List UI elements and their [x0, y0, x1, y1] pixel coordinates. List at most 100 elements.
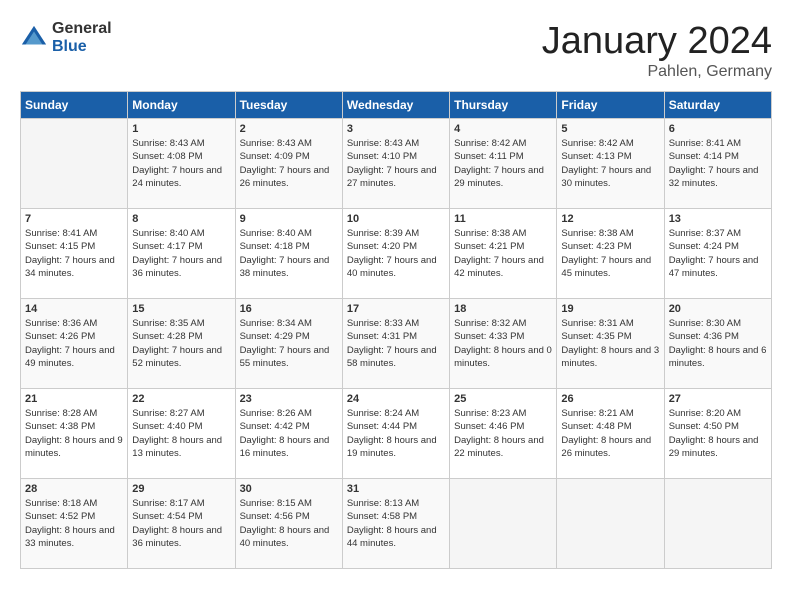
day-info: Sunrise: 8:40 AMSunset: 4:17 PMDaylight:…	[132, 227, 230, 280]
calendar-cell: 14 Sunrise: 8:36 AMSunset: 4:26 PMDayligh…	[21, 299, 128, 389]
calendar-week-1: 7 Sunrise: 8:41 AMSunset: 4:15 PMDaylight…	[21, 209, 772, 299]
day-number: 21	[25, 393, 123, 405]
day-info: Sunrise: 8:21 AMSunset: 4:48 PMDaylight:…	[561, 407, 659, 460]
logo-blue: Blue	[52, 38, 112, 56]
calendar-week-0: 1 Sunrise: 8:43 AMSunset: 4:08 PMDaylight…	[21, 119, 772, 209]
logo: General Blue	[20, 20, 112, 55]
day-info: Sunrise: 8:26 AMSunset: 4:42 PMDaylight:…	[240, 407, 338, 460]
weekday-header-friday: Friday	[557, 92, 664, 119]
day-info: Sunrise: 8:20 AMSunset: 4:50 PMDaylight:…	[669, 407, 767, 460]
weekday-header-tuesday: Tuesday	[235, 92, 342, 119]
weekday-header-monday: Monday	[128, 92, 235, 119]
calendar-cell: 22 Sunrise: 8:27 AMSunset: 4:40 PMDayligh…	[128, 389, 235, 479]
day-number: 20	[669, 303, 767, 315]
day-info: Sunrise: 8:42 AMSunset: 4:11 PMDaylight:…	[454, 137, 552, 190]
day-info: Sunrise: 8:23 AMSunset: 4:46 PMDaylight:…	[454, 407, 552, 460]
day-info: Sunrise: 8:13 AMSunset: 4:58 PMDaylight:…	[347, 497, 445, 550]
calendar-table: SundayMondayTuesdayWednesdayThursdayFrid…	[20, 91, 772, 569]
day-number: 6	[669, 123, 767, 135]
day-info: Sunrise: 8:40 AMSunset: 4:18 PMDaylight:…	[240, 227, 338, 280]
day-number: 24	[347, 393, 445, 405]
logo-general: General	[52, 20, 112, 38]
weekday-header-saturday: Saturday	[664, 92, 771, 119]
day-number: 26	[561, 393, 659, 405]
day-number: 16	[240, 303, 338, 315]
calendar-header: SundayMondayTuesdayWednesdayThursdayFrid…	[21, 92, 772, 119]
logo-icon	[20, 24, 48, 52]
day-info: Sunrise: 8:33 AMSunset: 4:31 PMDaylight:…	[347, 317, 445, 370]
day-number: 25	[454, 393, 552, 405]
page-header: General Blue January 2024 Pahlen, German…	[20, 20, 772, 81]
calendar-cell	[450, 479, 557, 569]
location: Pahlen, Germany	[542, 63, 772, 81]
calendar-body: 1 Sunrise: 8:43 AMSunset: 4:08 PMDaylight…	[21, 119, 772, 569]
day-number: 15	[132, 303, 230, 315]
day-info: Sunrise: 8:17 AMSunset: 4:54 PMDaylight:…	[132, 497, 230, 550]
day-number: 8	[132, 213, 230, 225]
calendar-cell: 4 Sunrise: 8:42 AMSunset: 4:11 PMDaylight…	[450, 119, 557, 209]
calendar-cell: 12Sunrise: 8:38 AMSunset: 4:23 PMDayligh…	[557, 209, 664, 299]
calendar-cell: 28Sunrise: 8:18 AMSunset: 4:52 PMDayligh…	[21, 479, 128, 569]
weekday-header-sunday: Sunday	[21, 92, 128, 119]
calendar-cell	[21, 119, 128, 209]
calendar-cell: 31Sunrise: 8:13 AMSunset: 4:58 PMDayligh…	[342, 479, 449, 569]
calendar-cell: 6Sunrise: 8:41 AMSunset: 4:14 PMDaylight…	[664, 119, 771, 209]
day-number: 13	[669, 213, 767, 225]
calendar-cell: 25 Sunrise: 8:23 AMSunset: 4:46 PMDayligh…	[450, 389, 557, 479]
day-info: Sunrise: 8:37 AMSunset: 4:24 PMDaylight:…	[669, 227, 767, 280]
day-number: 19	[561, 303, 659, 315]
day-number: 9	[240, 213, 338, 225]
calendar-cell: 26 Sunrise: 8:21 AMSunset: 4:48 PMDayligh…	[557, 389, 664, 479]
calendar-cell: 30Sunrise: 8:15 AMSunset: 4:56 PMDayligh…	[235, 479, 342, 569]
day-info: Sunrise: 8:28 AMSunset: 4:38 PMDaylight:…	[25, 407, 123, 460]
day-number: 4	[454, 123, 552, 135]
calendar-cell: 10Sunrise: 8:39 AMSunset: 4:20 PMDayligh…	[342, 209, 449, 299]
weekday-header-thursday: Thursday	[450, 92, 557, 119]
calendar-cell: 11Sunrise: 8:38 AMSunset: 4:21 PMDayligh…	[450, 209, 557, 299]
day-info: Sunrise: 8:18 AMSunset: 4:52 PMDaylight:…	[25, 497, 123, 550]
day-number: 12	[561, 213, 659, 225]
day-info: Sunrise: 8:35 AMSunset: 4:28 PMDaylight:…	[132, 317, 230, 370]
day-info: Sunrise: 8:24 AMSunset: 4:44 PMDaylight:…	[347, 407, 445, 460]
calendar-cell: 16 Sunrise: 8:34 AMSunset: 4:29 PMDayligh…	[235, 299, 342, 389]
day-number: 27	[669, 393, 767, 405]
calendar-cell: 21 Sunrise: 8:28 AMSunset: 4:38 PMDayligh…	[21, 389, 128, 479]
calendar-cell: 27 Sunrise: 8:20 AMSunset: 4:50 PMDayligh…	[664, 389, 771, 479]
day-number: 18	[454, 303, 552, 315]
day-number: 1	[132, 123, 230, 135]
day-info: Sunrise: 8:15 AMSunset: 4:56 PMDaylight:…	[240, 497, 338, 550]
calendar-week-3: 21 Sunrise: 8:28 AMSunset: 4:38 PMDayligh…	[21, 389, 772, 479]
calendar-cell: 17 Sunrise: 8:33 AMSunset: 4:31 PMDayligh…	[342, 299, 449, 389]
day-info: Sunrise: 8:32 AMSunset: 4:33 PMDaylight:…	[454, 317, 552, 370]
calendar-cell: 5Sunrise: 8:42 AMSunset: 4:13 PMDaylight…	[557, 119, 664, 209]
day-number: 23	[240, 393, 338, 405]
day-info: Sunrise: 8:34 AMSunset: 4:29 PMDaylight:…	[240, 317, 338, 370]
calendar-cell	[557, 479, 664, 569]
day-info: Sunrise: 8:27 AMSunset: 4:40 PMDaylight:…	[132, 407, 230, 460]
day-number: 2	[240, 123, 338, 135]
calendar-cell: 19Sunrise: 8:31 AMSunset: 4:35 PMDayligh…	[557, 299, 664, 389]
day-info: Sunrise: 8:41 AMSunset: 4:15 PMDaylight:…	[25, 227, 123, 280]
calendar-cell: 23 Sunrise: 8:26 AMSunset: 4:42 PMDayligh…	[235, 389, 342, 479]
day-info: Sunrise: 8:43 AMSunset: 4:10 PMDaylight:…	[347, 137, 445, 190]
day-info: Sunrise: 8:43 AMSunset: 4:08 PMDaylight:…	[132, 137, 230, 190]
day-number: 17	[347, 303, 445, 315]
day-number: 11	[454, 213, 552, 225]
day-number: 7	[25, 213, 123, 225]
calendar-week-4: 28Sunrise: 8:18 AMSunset: 4:52 PMDayligh…	[21, 479, 772, 569]
calendar-cell: 2Sunrise: 8:43 AMSunset: 4:09 PMDaylight…	[235, 119, 342, 209]
logo-text: General Blue	[52, 20, 112, 55]
day-number: 29	[132, 483, 230, 495]
calendar-cell: 9 Sunrise: 8:40 AMSunset: 4:18 PMDaylight…	[235, 209, 342, 299]
calendar-cell: 3 Sunrise: 8:43 AMSunset: 4:10 PMDaylight…	[342, 119, 449, 209]
day-info: Sunrise: 8:30 AMSunset: 4:36 PMDaylight:…	[669, 317, 767, 370]
day-info: Sunrise: 8:36 AMSunset: 4:26 PMDaylight:…	[25, 317, 123, 370]
day-number: 22	[132, 393, 230, 405]
day-number: 3	[347, 123, 445, 135]
calendar-cell: 29 Sunrise: 8:17 AMSunset: 4:54 PMDayligh…	[128, 479, 235, 569]
calendar-cell: 13 Sunrise: 8:37 AMSunset: 4:24 PMDayligh…	[664, 209, 771, 299]
day-number: 14	[25, 303, 123, 315]
day-info: Sunrise: 8:39 AMSunset: 4:20 PMDaylight:…	[347, 227, 445, 280]
calendar-cell: 18 Sunrise: 8:32 AMSunset: 4:33 PMDayligh…	[450, 299, 557, 389]
title-section: January 2024 Pahlen, Germany	[542, 20, 772, 81]
